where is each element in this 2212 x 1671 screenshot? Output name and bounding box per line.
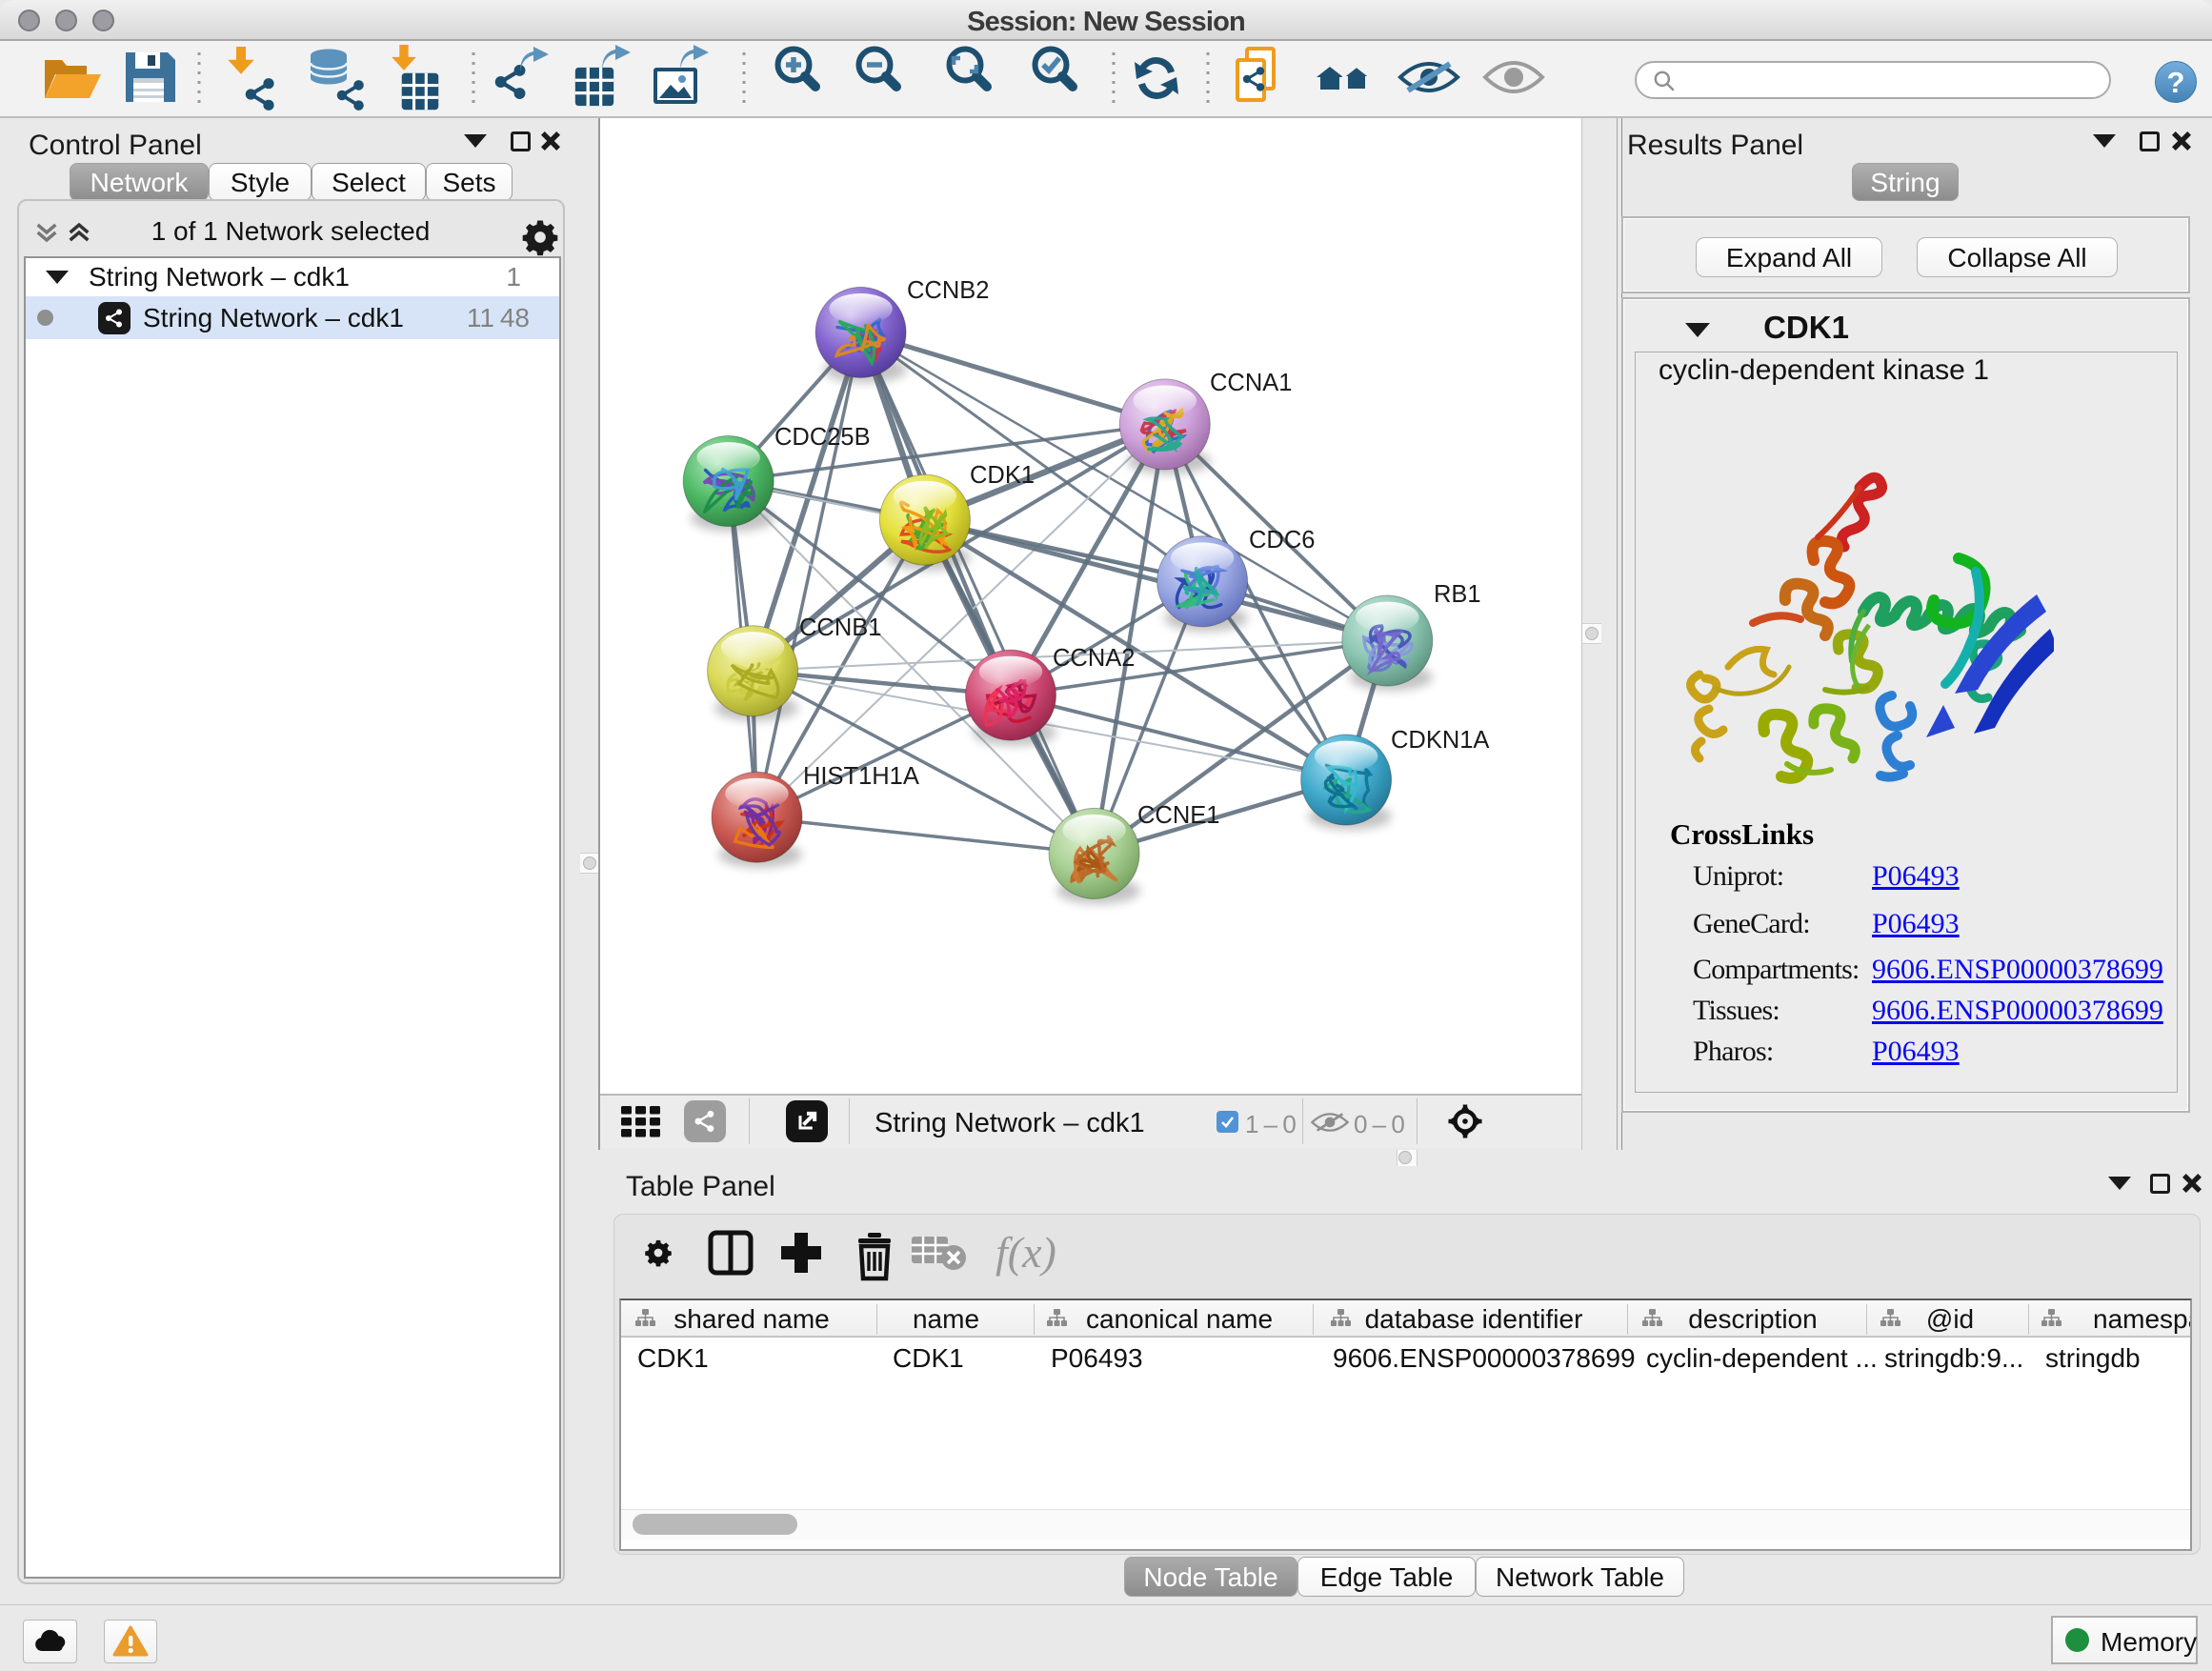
- svg-text:HIST1H1A: HIST1H1A: [803, 763, 919, 790]
- svg-text:CCNA2: CCNA2: [1053, 645, 1135, 672]
- svg-text:CCNE1: CCNE1: [1137, 802, 1219, 829]
- svg-text:CDC25B: CDC25B: [774, 424, 871, 451]
- svg-text:CCNB1: CCNB1: [799, 614, 881, 641]
- svg-text:RB1: RB1: [1434, 581, 1481, 608]
- svg-text:f(x): f(x): [995, 1228, 1056, 1277]
- svg-text:CCNB2: CCNB2: [907, 277, 989, 304]
- svg-text:CCNA1: CCNA1: [1210, 370, 1292, 396]
- svg-text:CDK1: CDK1: [970, 462, 1035, 489]
- svg-text:CDKN1A: CDKN1A: [1391, 727, 1489, 754]
- svg-text:CDC6: CDC6: [1249, 527, 1315, 554]
